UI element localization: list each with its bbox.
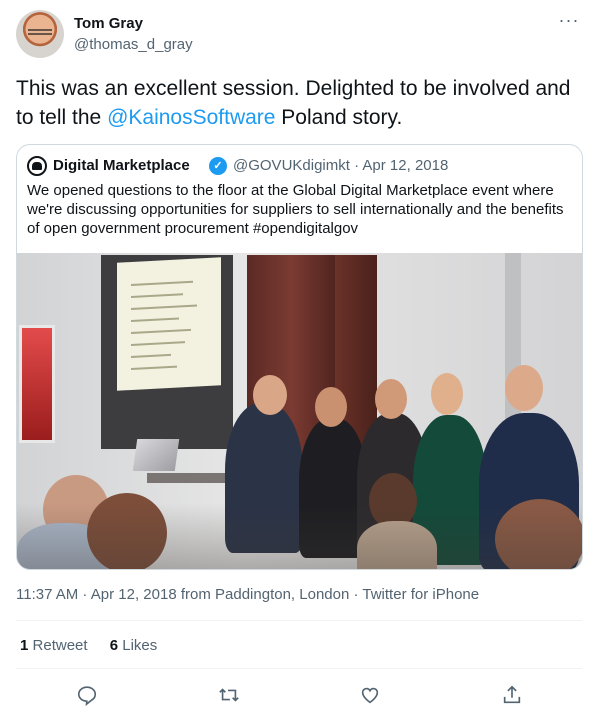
- panelist-5-head: [505, 365, 543, 411]
- photo-laptop: [132, 439, 180, 471]
- verified-badge-icon: ✓: [209, 157, 227, 175]
- photo-crowd-shade: [17, 503, 582, 569]
- author-handle[interactable]: @thomas_d_gray: [74, 36, 193, 53]
- tweet-location: from Paddington, London: [180, 586, 350, 603]
- tweet-text: This was an excellent session. Delighted…: [16, 74, 582, 132]
- likes-stat[interactable]: 6 Likes: [110, 637, 158, 654]
- retweets-count: 1: [20, 637, 29, 654]
- tweet-stats: 1 Retweet 6 Likes: [20, 637, 175, 654]
- retweet-button[interactable]: [214, 680, 244, 710]
- heart-icon: [361, 687, 379, 704]
- divider-top: [16, 620, 582, 621]
- quoted-tweet-text: We opened questions to the floor at the …: [27, 182, 564, 237]
- tweet-meta: 11:37 AM · Apr 12, 2018 from Paddington,…: [16, 586, 480, 603]
- quoted-tweet-photo[interactable]: [17, 253, 582, 569]
- more-icon[interactable]: ···: [556, 10, 582, 36]
- panelist-1-head: [253, 375, 287, 415]
- quoted-author-name: Digital Marketplace: [53, 157, 190, 174]
- quoted-tweet[interactable]: Digital Marketplace ✓ @GOVUKdigimkt · Ap…: [16, 144, 583, 570]
- retweet-icon: [219, 688, 239, 702]
- tweet-time[interactable]: 11:37 AM: [16, 586, 78, 603]
- tweet-date[interactable]: Apr 12, 2018: [91, 586, 177, 603]
- likes-count: 6: [109, 637, 119, 654]
- likes-label: Likes: [122, 637, 158, 654]
- panelist-4-head: [431, 373, 463, 415]
- tweet-source[interactable]: Twitter for iPhone: [362, 586, 479, 603]
- avatar-glasses: [28, 29, 52, 35]
- share-icon: [503, 685, 521, 704]
- mention-link[interactable]: @KainosSoftware: [107, 106, 275, 129]
- action-bar: [0, 680, 598, 710]
- panelist-3-head: [375, 379, 407, 419]
- tweet-text-part: Poland story.: [275, 106, 403, 129]
- reply-button[interactable]: [72, 680, 102, 710]
- share-button[interactable]: [497, 680, 527, 710]
- retweets-stat[interactable]: 1 Retweet: [20, 637, 88, 654]
- photo-poster: [19, 325, 55, 443]
- author-name[interactable]: Tom Gray: [74, 15, 143, 32]
- photo-projector-screen: [117, 257, 221, 391]
- like-button[interactable]: [355, 680, 385, 710]
- divider-bottom: [16, 668, 582, 669]
- retweets-label: Retweet: [32, 637, 88, 654]
- quoted-tweet-header: Digital Marketplace ✓ @GOVUKdigimkt · Ap…: [27, 156, 572, 178]
- tweet-header: Tom Gray @thomas_d_gray ···: [16, 10, 582, 62]
- quoted-author-handle-date: @GOVUKdigimkt · Apr 12, 2018: [233, 157, 449, 174]
- author-avatar[interactable]: [16, 10, 64, 58]
- panelist-2-head: [315, 387, 347, 427]
- reply-icon: [77, 686, 97, 707]
- quoted-author-avatar[interactable]: [27, 156, 47, 176]
